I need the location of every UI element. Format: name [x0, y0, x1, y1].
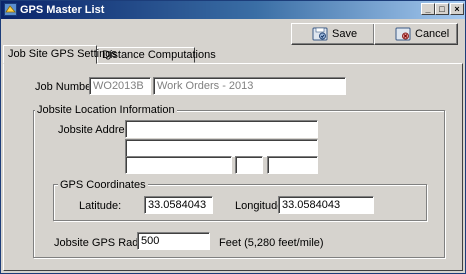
title-bar[interactable]: GPS Master List _ □ ×: [1, 1, 465, 19]
job-description-field[interactable]: Work Orders - 2013: [153, 77, 346, 95]
minimize-icon: _: [425, 4, 431, 14]
gps-coordinates-group-title: GPS Coordinates: [58, 179, 148, 191]
window-title: GPS Master List: [20, 4, 105, 16]
latitude-label: Latitude:: [79, 200, 122, 212]
gps-master-list-window: GPS Master List _ □ × Save Cancel Job Si…: [0, 0, 466, 274]
job-number-field[interactable]: WO2013B: [89, 77, 151, 95]
close-window-button[interactable]: ×: [450, 3, 464, 15]
maximize-icon: □: [439, 4, 445, 14]
longitude-input[interactable]: 33.0584043: [278, 196, 374, 214]
tab-distance-computations-label: Distance Computations: [102, 49, 216, 61]
address-line-2-input[interactable]: [125, 139, 318, 157]
address-line-1-input[interactable]: [125, 120, 318, 138]
state-input[interactable]: [235, 156, 263, 174]
save-icon: [312, 27, 328, 41]
app-icon: [4, 3, 17, 16]
cancel-button-label: Cancel: [415, 28, 450, 40]
maximize-button[interactable]: □: [435, 3, 449, 15]
jobsite-location-group-title: Jobsite Location Information: [35, 104, 177, 116]
tab-job-site-gps-settings-label: Job Site GPS Settings: [8, 48, 117, 60]
save-button[interactable]: Save: [291, 23, 375, 45]
city-input[interactable]: [125, 156, 232, 174]
tab-job-site-gps-settings[interactable]: Job Site GPS Settings: [3, 45, 117, 64]
close-icon: ×: [454, 4, 460, 14]
jobsite-gps-radius-input[interactable]: 500: [137, 232, 210, 250]
cancel-button[interactable]: Cancel: [374, 23, 458, 45]
zip-input[interactable]: [267, 156, 318, 174]
minimize-button[interactable]: _: [421, 3, 435, 15]
radius-unit-note: Feet (5,280 feet/mile): [219, 237, 324, 249]
latitude-input[interactable]: 33.0584043: [144, 196, 213, 214]
save-button-label: Save: [332, 28, 358, 40]
cancel-icon: [395, 27, 411, 41]
